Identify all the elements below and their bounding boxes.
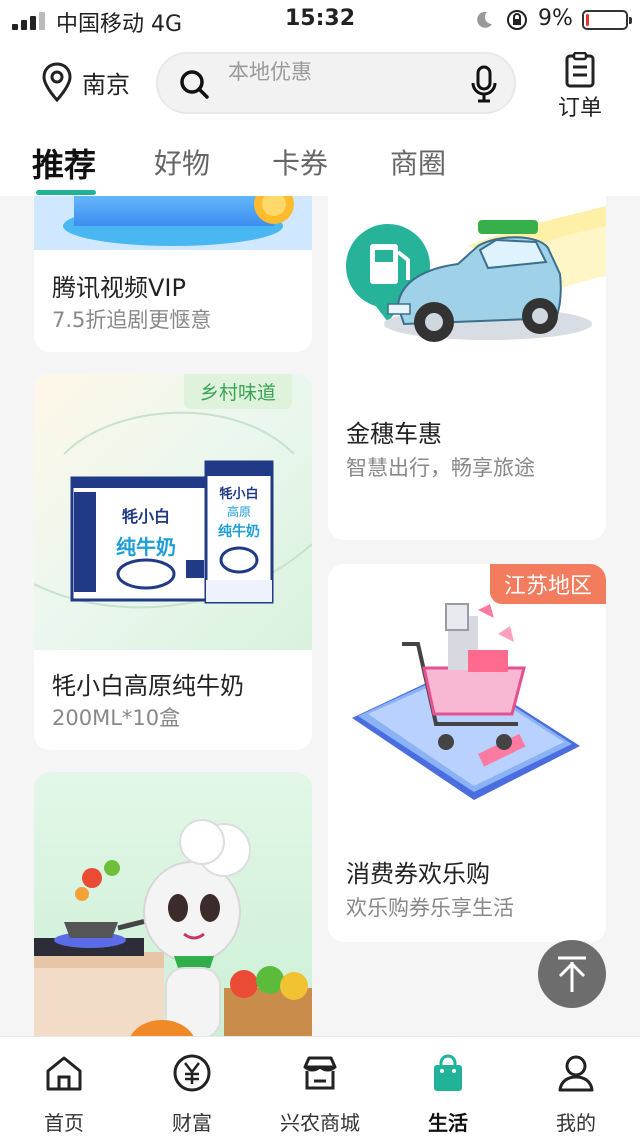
nav-life[interactable]: 生活 [384, 1037, 512, 1136]
tab-coupons[interactable]: 卡券 [272, 142, 328, 182]
card-subtitle: 智慧出行，畅享旅途 [346, 456, 535, 480]
carton-label: 纯牛奶 [218, 523, 260, 540]
back-to-top-button[interactable] [538, 940, 606, 1008]
milk-product-image: 牦小白 纯牛奶 牦小白 高原 纯牛奶 [34, 374, 312, 650]
nav-label: 生活 [428, 1111, 468, 1135]
moon-icon [477, 11, 492, 28]
nav-wealth[interactable]: 财富 [128, 1037, 256, 1136]
card-subtitle: 欢乐购券乐享生活 [346, 896, 514, 920]
store-icon [303, 1056, 337, 1090]
card-title: 金穗车惠 [346, 420, 442, 448]
card-subtitle: 7.5折追剧更惬意 [52, 308, 212, 332]
nav-agri-mall[interactable]: 兴农商城 [256, 1037, 384, 1136]
card-consumer-coupon[interactable]: 江苏地区 消费券欢乐购 欢乐购券乐享生活 [328, 564, 606, 942]
nav-label: 兴农商城 [280, 1111, 360, 1135]
milk-box-brand: 牦小白 [122, 507, 170, 526]
chef-illustration [34, 772, 312, 1036]
card-cooking-promo[interactable] [34, 772, 312, 1036]
search-icon [180, 70, 209, 99]
feed[interactable]: 腾讯视频VIP 7.5折追剧更惬意 金穗车惠 智慧出行，畅享旅途 牦小白 纯牛奶… [0, 196, 640, 1036]
rotation-lock-icon [507, 10, 527, 30]
arrow-up-icon [558, 956, 586, 992]
yen-icon [173, 1054, 211, 1092]
tag-jiangsu-region: 江苏地区 [489, 564, 606, 604]
bottom-navigation: 首页 财富 兴农商城 生活 我的 [0, 1036, 640, 1136]
carton-brand: 牦小白 [219, 486, 258, 502]
location-pin-icon [42, 62, 72, 103]
clipboard-icon [565, 52, 595, 88]
battery-icon [582, 10, 632, 30]
tag-village-flavor: 乡村味道 [183, 374, 292, 409]
milk-box-label: 纯牛奶 [116, 535, 176, 559]
location-selector[interactable]: 南京 [40, 60, 130, 104]
tab-recommend[interactable]: 推荐 [32, 140, 96, 186]
nav-label: 首页 [44, 1111, 84, 1135]
card-subtitle: 200ML*10盒 [52, 706, 181, 730]
card-title: 消费券欢乐购 [346, 860, 490, 888]
active-tab-indicator [36, 190, 96, 195]
card-title: 牦小白高原纯牛奶 [52, 672, 244, 700]
category-tabs: 推荐 好物 卡券 商圈 [0, 132, 640, 196]
card-tencent-video[interactable]: 腾讯视频VIP 7.5折追剧更惬意 [34, 196, 312, 352]
top-header: 南京 本地优惠 订单 [0, 40, 640, 132]
orders-label: 订单 [557, 96, 602, 121]
home-icon [46, 1056, 82, 1091]
shopping-bag-icon [434, 1054, 462, 1091]
tab-goods[interactable]: 好物 [154, 142, 210, 182]
tab-business-district[interactable]: 商圈 [390, 142, 446, 182]
tencent-banner-image [34, 196, 312, 250]
search-input[interactable]: 本地优惠 [156, 52, 516, 114]
car-illustration [328, 196, 606, 392]
microphone-icon[interactable] [470, 65, 498, 103]
card-milk[interactable]: 牦小白 纯牛奶 牦小白 高原 纯牛奶 乡村味道 牦小白高原纯牛奶 200ML*1… [34, 374, 312, 750]
search-placeholder: 本地优惠 [228, 60, 312, 84]
nav-label: 财富 [172, 1111, 212, 1135]
shopping-cart-illustration [328, 564, 606, 838]
city-label: 南京 [82, 70, 130, 99]
nav-mine[interactable]: 我的 [512, 1037, 640, 1136]
card-title: 腾讯视频VIP [52, 274, 186, 302]
card-car-benefits[interactable]: 金穗车惠 智慧出行，畅享旅途 [328, 196, 606, 540]
nav-label: 我的 [556, 1111, 596, 1135]
orders-button[interactable]: 订单 [552, 52, 608, 122]
carton-sub: 高原 [227, 504, 251, 519]
battery-percent: 9% [538, 6, 573, 31]
nav-home[interactable]: 首页 [0, 1037, 128, 1136]
status-bar: 中国移动 4G 15:32 9% [0, 0, 640, 40]
user-icon [558, 1055, 594, 1092]
